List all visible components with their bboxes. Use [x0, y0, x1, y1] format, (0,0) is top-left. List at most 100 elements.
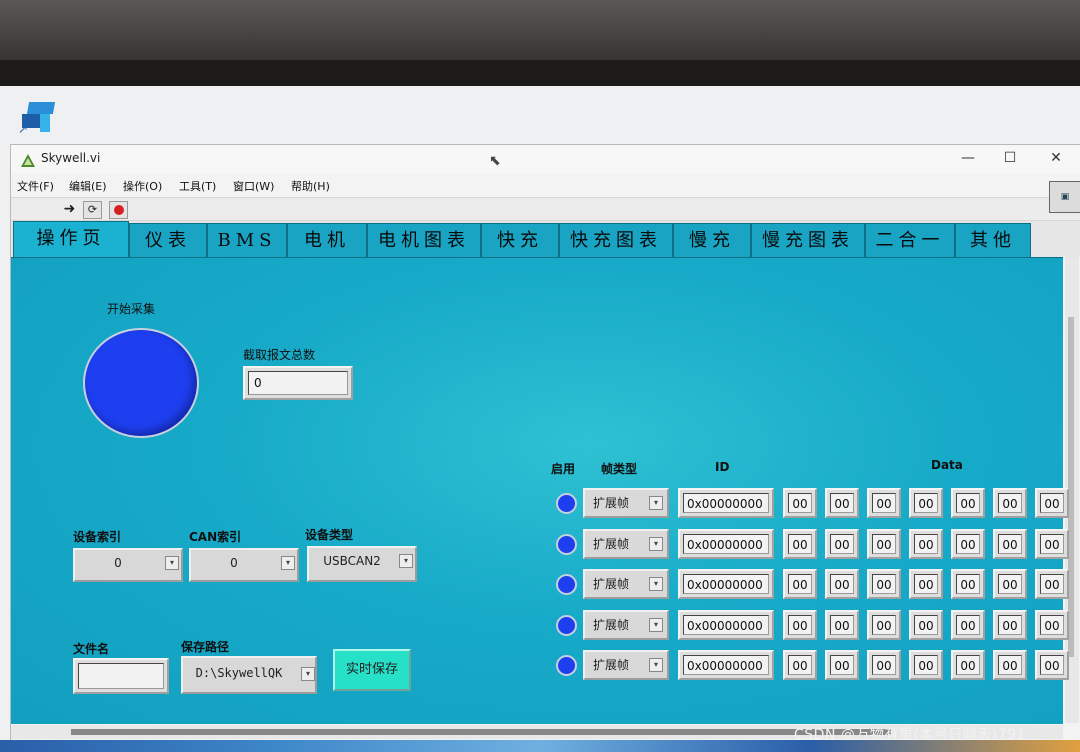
row-id-input[interactable]: 0x00000000: [678, 609, 774, 640]
menu-window[interactable]: 窗口(W): [233, 178, 274, 194]
row-id-input[interactable]: 0x00000000: [678, 488, 774, 518]
menu-operate[interactable]: 操作(O): [123, 178, 162, 194]
tab-bms[interactable]: BMS: [207, 223, 287, 257]
dropdown-arrow-icon[interactable]: ▾: [649, 536, 663, 551]
dropdown-arrow-icon[interactable]: ▾: [649, 617, 663, 632]
row-data-byte-input[interactable]: 00: [993, 609, 1027, 640]
row-data-byte-input[interactable]: 00: [1035, 569, 1069, 599]
row-data-byte-input[interactable]: 00: [1035, 488, 1069, 518]
row-frame-type-ring[interactable]: 扩展帧 ▾: [583, 528, 669, 559]
row-data-byte-input[interactable]: 00: [993, 569, 1027, 599]
row-data-byte-input[interactable]: 00: [909, 650, 943, 680]
row-data-byte-input[interactable]: 00: [993, 488, 1027, 518]
dropdown-arrow-icon[interactable]: ▾: [649, 577, 663, 591]
row-data-byte-input[interactable]: 00: [825, 569, 859, 599]
tab-fast-charge-chart[interactable]: 快充图表: [559, 223, 673, 257]
enable-header: 启用: [551, 462, 576, 476]
row-data-byte-input[interactable]: 00: [951, 609, 985, 640]
menu-tools[interactable]: 工具(T): [179, 178, 216, 194]
close-button[interactable]: ✕: [1037, 147, 1075, 169]
row-data-byte-input[interactable]: 00: [993, 528, 1027, 559]
row-data-byte-input[interactable]: 00: [825, 488, 859, 518]
row-data-byte-input[interactable]: 00: [825, 609, 859, 640]
row-enable-led[interactable]: [556, 655, 577, 676]
filename-label: 文件名: [73, 642, 110, 656]
realtime-save-button[interactable]: 实时保存: [333, 649, 411, 691]
run-continuously-icon[interactable]: ⟳: [83, 201, 102, 219]
row-data-byte-input[interactable]: 00: [783, 488, 817, 518]
run-arrow-icon[interactable]: ➜: [61, 201, 78, 217]
browse-folder-icon[interactable]: ▾: [301, 667, 315, 681]
tab-slow-charge-chart[interactable]: 慢充图表: [751, 223, 865, 257]
row-data-byte-input[interactable]: 00: [993, 650, 1027, 680]
row-data-byte-input[interactable]: 00: [1035, 609, 1069, 640]
tab-fast-charge[interactable]: 快充: [481, 223, 559, 257]
monitor-bezel: [0, 60, 1080, 88]
row-data-byte-input[interactable]: 00: [909, 569, 943, 599]
row-enable-led[interactable]: [556, 574, 577, 595]
dropdown-arrow-icon[interactable]: ▾: [165, 556, 179, 570]
row-id-input[interactable]: 0x00000000: [678, 650, 774, 680]
row-data-byte-input[interactable]: 00: [909, 488, 943, 518]
row-data-byte-input[interactable]: 00: [951, 569, 985, 599]
tab-slow-charge[interactable]: 慢充: [673, 223, 751, 257]
row-data-byte-input[interactable]: 00: [909, 528, 943, 559]
start-capture-button[interactable]: [83, 328, 199, 438]
row-data-byte-input[interactable]: 00: [951, 650, 985, 680]
dropdown-arrow-icon[interactable]: ▾: [399, 554, 413, 568]
row-data-byte-input[interactable]: 00: [867, 650, 901, 680]
row-frame-type-ring[interactable]: 扩展帧 ▾: [583, 488, 669, 518]
row-data-byte-input[interactable]: 00: [867, 609, 901, 640]
menu-edit[interactable]: 编辑(E): [69, 178, 107, 194]
row-enable-led[interactable]: [556, 533, 577, 555]
row-data-byte-input[interactable]: 00: [951, 528, 985, 559]
dropdown-arrow-icon[interactable]: ▾: [281, 556, 295, 570]
tab-operate-page[interactable]: 操作页: [13, 221, 129, 259]
front-panel: 开始采集 截取报文总数 0 设备索引 0 ▾ CAN索引 0 ▾ 设备类型 US…: [11, 257, 1063, 724]
desktop-wallpaper-strip: [0, 740, 1080, 752]
row-frame-type-ring[interactable]: 扩展帧 ▾: [583, 650, 669, 680]
row-data-byte-input[interactable]: 00: [825, 650, 859, 680]
row-data-byte-input[interactable]: 00: [783, 528, 817, 559]
tab-two-in-one[interactable]: 二合一: [865, 223, 955, 257]
row-frame-type-ring[interactable]: 扩展帧 ▾: [583, 609, 669, 640]
row-enable-led[interactable]: [556, 493, 577, 514]
menu-help[interactable]: 帮助(H): [291, 178, 330, 194]
row-data-byte-input[interactable]: 00: [783, 569, 817, 599]
abort-execution-icon[interactable]: [109, 201, 128, 219]
tab-motor[interactable]: 电机: [287, 223, 367, 257]
row-data-byte-input[interactable]: 00: [909, 609, 943, 640]
can-index-ring[interactable]: 0 ▾: [189, 548, 299, 582]
id-header: ID: [715, 460, 730, 474]
tab-motor-chart[interactable]: 电机图表: [367, 223, 481, 257]
dropdown-arrow-icon[interactable]: ▾: [649, 496, 663, 510]
minimize-button[interactable]: —: [949, 147, 987, 169]
device-index-ring[interactable]: 0 ▾: [73, 548, 183, 582]
row-data-byte-input[interactable]: 00: [867, 528, 901, 559]
device-type-ring[interactable]: USBCAN2 ▾: [307, 546, 417, 582]
row-frame-type-ring[interactable]: 扩展帧 ▾: [583, 569, 669, 599]
mouse-cursor-icon: ⬉: [489, 153, 501, 169]
row-data-byte-input[interactable]: 00: [951, 488, 985, 518]
menu-file[interactable]: 文件(F): [17, 178, 54, 194]
tab-other[interactable]: 其他: [955, 223, 1031, 257]
row-data-byte-input[interactable]: 00: [1035, 528, 1069, 559]
row-data-byte-input[interactable]: 00: [783, 650, 817, 680]
row-data-byte-input[interactable]: 00: [783, 609, 817, 640]
desktop-app-shortcut-icon[interactable]: ↗: [18, 100, 60, 136]
row-data-byte-input[interactable]: 00: [825, 528, 859, 559]
maximize-button[interactable]: ☐: [991, 147, 1029, 169]
row-data-byte-input[interactable]: 00: [867, 569, 901, 599]
row-id-input[interactable]: 0x00000000: [678, 569, 774, 599]
dropdown-arrow-icon[interactable]: ▾: [649, 658, 663, 672]
row-enable-led[interactable]: [556, 614, 577, 636]
row-id-input[interactable]: 0x00000000: [678, 528, 774, 559]
tab-meter[interactable]: 仪表: [129, 223, 207, 257]
row-data-byte-input[interactable]: 00: [867, 488, 901, 518]
save-path-control[interactable]: D:\SkywellQK ▾: [181, 656, 317, 694]
row-data-byte-input[interactable]: 00: [1035, 650, 1069, 680]
filename-input[interactable]: [73, 658, 169, 694]
window-title: Skywell.vi: [41, 151, 101, 165]
labview-app-icon: [21, 152, 35, 167]
data-header: Data: [931, 458, 963, 472]
